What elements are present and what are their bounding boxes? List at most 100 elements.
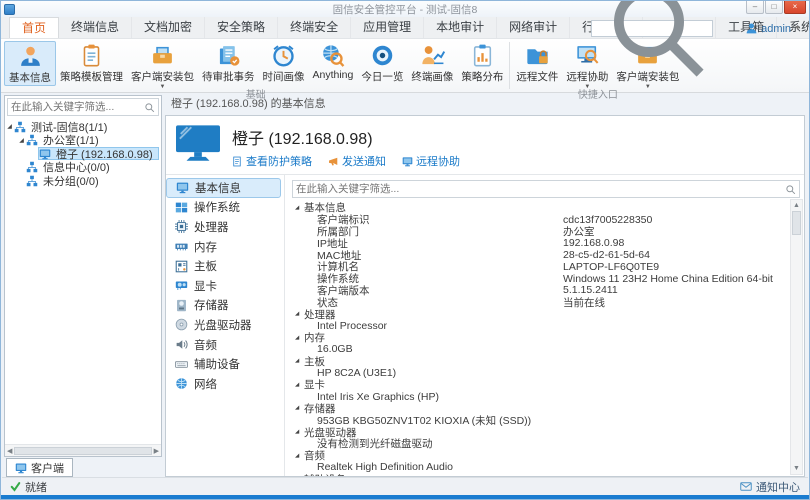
tree-filter-input[interactable]: [8, 101, 144, 113]
expander-icon[interactable]: ◢: [17, 137, 26, 144]
nav-motherboard[interactable]: 主板: [166, 256, 282, 276]
nav-gpu[interactable]: 显卡: [166, 276, 282, 296]
folder-lock-icon: [525, 43, 550, 68]
ribbon-remote-files-button[interactable]: 远程文件: [512, 41, 562, 84]
expander-icon[interactable]: ◢: [290, 453, 304, 459]
scrollbar-thumb[interactable]: [792, 211, 801, 235]
remote-assist-link[interactable]: 远程协助: [402, 153, 460, 169]
expander-icon[interactable]: ◢: [290, 205, 304, 211]
horizontal-scrollbar[interactable]: ◀ ▶: [5, 444, 161, 456]
scroll-down-icon[interactable]: ▼: [793, 463, 800, 474]
nav-network[interactable]: 网络: [166, 374, 282, 394]
bottom-tab-strip: 客户端: [4, 457, 162, 477]
details-filter-input[interactable]: [293, 183, 785, 195]
detail-label: 16.0GB: [317, 343, 353, 356]
detail-value: 28-c5-d2-61-5d-64: [563, 249, 650, 262]
tree-filter-box[interactable]: [7, 98, 159, 116]
nav-basic-info[interactable]: 基本信息: [166, 178, 281, 198]
document-icon: [232, 156, 243, 167]
eye-icon: [370, 43, 395, 68]
detail-row[interactable]: ◢ 953GB KBG50ZNV1T02 KIOXIA (未知 (SSD)): [290, 414, 787, 427]
nav-aux-devices[interactable]: 辅助设备: [166, 354, 282, 374]
detail-row[interactable]: ◢ 内存: [290, 332, 787, 344]
notification-center-button[interactable]: 通知中心: [740, 479, 800, 495]
ribbon-basic-info-button[interactable]: 基本信息: [4, 41, 56, 86]
documents-icon: [216, 43, 241, 68]
detail-row[interactable]: ◢ HP 8C2A (U3E1): [290, 367, 787, 379]
detail-row[interactable]: ◢ 没有检测到光纤磁盘驱动: [290, 438, 787, 450]
nav-optical-drive[interactable]: 光盘驱动器: [166, 315, 282, 335]
view-policy-link[interactable]: 查看防护策略: [232, 153, 312, 169]
detail-row[interactable]: ◢ Intel Processor: [290, 320, 787, 332]
menu-tab[interactable]: 本地审计: [424, 17, 498, 38]
ribbon-time-portrait-button[interactable]: 时间画像: [259, 41, 309, 84]
detail-row[interactable]: ◢ 处理器: [290, 308, 787, 321]
gpu-icon: [175, 279, 188, 292]
menu-tab[interactable]: 首页: [9, 17, 60, 38]
quick-search-input[interactable]: [592, 22, 600, 35]
scrollbar-thumb[interactable]: [14, 446, 152, 455]
vertical-scrollbar[interactable]: ▲ ▼: [790, 199, 803, 475]
detail-row[interactable]: ◢ 音频: [290, 450, 787, 462]
ribbon-client-installer-button[interactable]: 客户端安装包 ▼: [127, 41, 198, 90]
nav-audio[interactable]: 音频: [166, 335, 282, 355]
user-icon: [745, 22, 758, 35]
scroll-left-icon[interactable]: ◀: [7, 447, 12, 455]
expander-icon[interactable]: ◢: [290, 335, 304, 341]
menu-tab[interactable]: 应用管理: [351, 17, 425, 38]
detail-row[interactable]: ◢ Realtek High Definition Audio: [290, 461, 787, 473]
tab-client[interactable]: 客户端: [6, 458, 73, 477]
menu-tab[interactable]: 网络审计: [497, 17, 571, 38]
menu-tab[interactable]: 终端信息: [59, 17, 133, 38]
cpu-icon: [175, 220, 188, 233]
os-icon: [175, 201, 188, 214]
expander-icon[interactable]: ◢: [290, 405, 304, 411]
monitor-search-icon: [575, 43, 600, 68]
ribbon-pending-approvals-button[interactable]: 待审批事务: [198, 41, 259, 84]
nav-memory[interactable]: 内存: [166, 237, 282, 257]
tree-node-ungrouped[interactable]: 未分组(0/0): [5, 174, 161, 188]
menu-tab[interactable]: 安全策略: [205, 17, 279, 38]
scroll-right-icon[interactable]: ▶: [154, 447, 159, 455]
app-icon: [4, 3, 15, 15]
status-bar: 就绪 通知中心: [2, 477, 808, 495]
nav-os[interactable]: 操作系统: [166, 198, 282, 218]
user-menu[interactable]: admin ▼: [745, 20, 801, 37]
expander-icon[interactable]: ◢: [290, 382, 304, 388]
search-icon: [600, 0, 712, 104]
menu-tab[interactable]: 文档加密: [132, 17, 206, 38]
nav-cpu[interactable]: 处理器: [166, 217, 282, 237]
maximize-button[interactable]: □: [765, 1, 783, 14]
ribbon-terminal-portrait-button[interactable]: 终端画像: [407, 41, 457, 84]
expander-icon[interactable]: ◢: [290, 311, 304, 317]
ribbon-today-overview-button[interactable]: 今日一览: [357, 41, 407, 84]
scroll-up-icon[interactable]: ▲: [793, 200, 800, 211]
detail-row[interactable]: ◢ 状态 当前在线: [290, 296, 787, 309]
details-filter-box[interactable]: [292, 180, 800, 198]
clipboard-icon: [79, 43, 104, 68]
send-notification-link[interactable]: 发送通知: [328, 153, 386, 169]
close-button[interactable]: ×: [784, 1, 806, 14]
minimize-button[interactable]: –: [746, 1, 764, 14]
detail-row[interactable]: ◢ 16.0GB: [290, 343, 787, 356]
menu-tab[interactable]: 终端安全: [278, 17, 352, 38]
detail-row[interactable]: ◢ 显卡: [290, 379, 787, 391]
expander-icon[interactable]: ◢: [5, 123, 14, 130]
ribbon-separator: [509, 42, 511, 89]
disc-icon: [175, 318, 188, 331]
category-nav: 基本信息 操作系统 处理器 内存 主板 显卡 存储器 光盘驱动器 音频 辅助设备…: [166, 175, 285, 476]
detail-row[interactable]: ◢ 主板: [290, 355, 787, 368]
quick-search-box[interactable]: [591, 20, 713, 37]
ribbon-policy-distribution-button[interactable]: 策略分布: [457, 41, 507, 84]
detail-row[interactable]: ◢ Intel Iris Xe Graphics (HP): [290, 391, 787, 403]
app-window: 固信安全管控平台 - 测试-固信8 – □ × 首页 终端信息 文档加密 安全策…: [0, 0, 810, 500]
person-chart-icon: [420, 43, 445, 68]
expander-icon[interactable]: ◢: [290, 429, 304, 435]
detail-row[interactable]: ◢ 辅助设备: [290, 473, 787, 476]
expander-icon[interactable]: ◢: [290, 358, 304, 364]
nav-storage[interactable]: 存储器: [166, 296, 282, 316]
mail-icon: [740, 481, 752, 492]
detail-label: 没有检测到光纤磁盘驱动: [317, 438, 433, 451]
ribbon-anything-button[interactable]: Anything: [309, 41, 358, 81]
ribbon-policy-template-button[interactable]: 策略模板管理: [56, 41, 127, 84]
